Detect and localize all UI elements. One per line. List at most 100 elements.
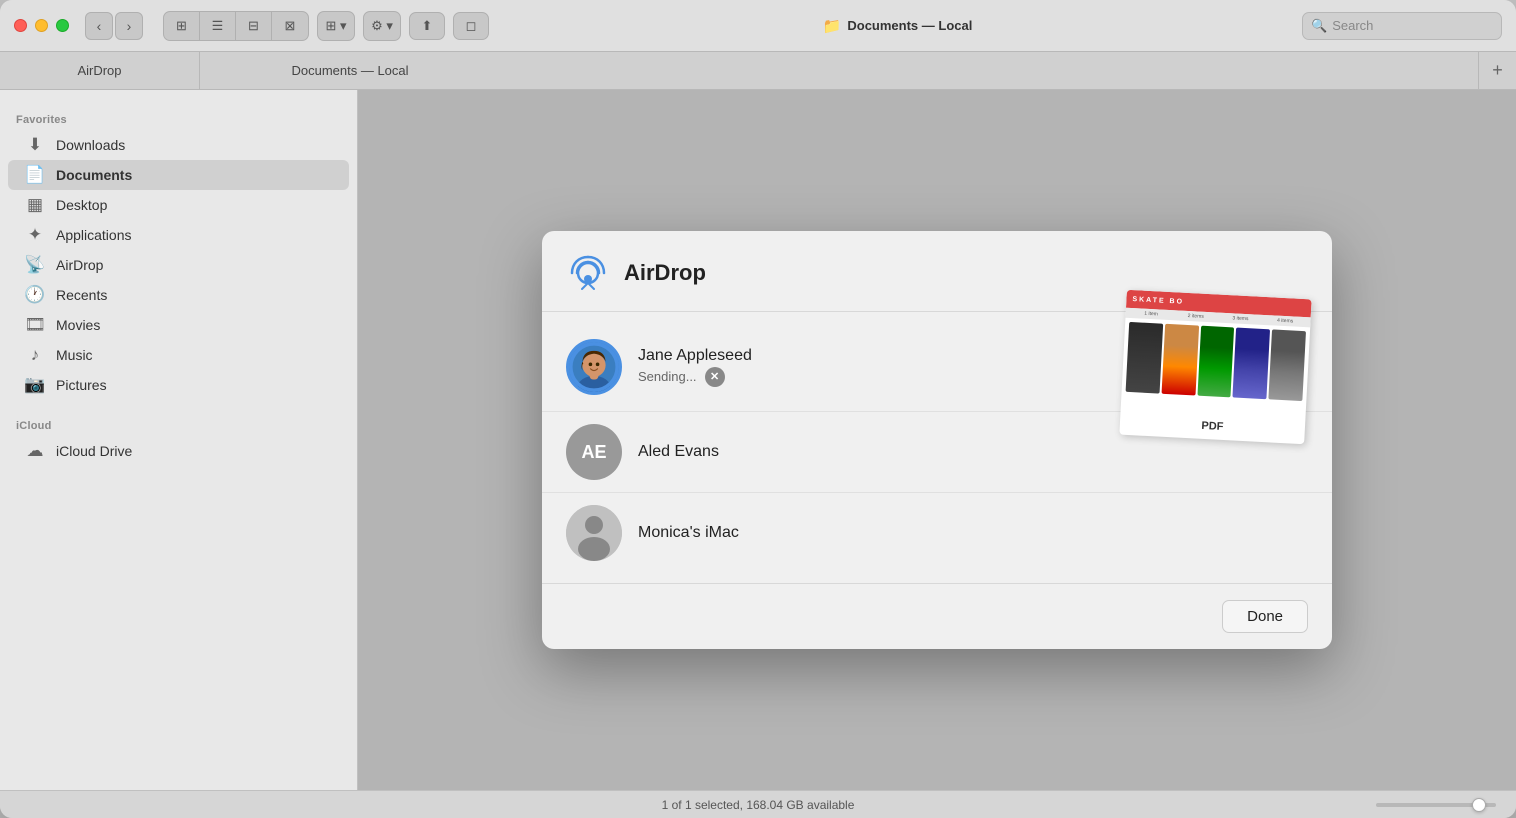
close-button[interactable] [14,19,27,32]
recipient-row-jane: Jane Appleseed Sending... ✕ [542,322,1332,412]
slider-thumb[interactable] [1472,798,1486,812]
sidebar-label-recents: Recents [56,287,107,303]
sidebar-label-applications: Applications [56,227,132,243]
pdf-thumbnail: SKATE BO 1 item 2 items 3 items 4 items [1119,289,1311,443]
recipient-row-monica: Monica's iMac [542,493,1332,573]
view-options-group: ⊞ ▾ [317,11,355,41]
forward-button[interactable]: › [115,12,143,40]
zoom-slider[interactable] [1376,803,1496,807]
airdrop-dialog: AirDrop [542,231,1332,649]
modal-overlay: AirDrop [358,90,1516,790]
col3: 3 items [1219,314,1262,322]
window-title-area: 📁 Documents — Local [493,17,1302,35]
search-box[interactable]: 🔍 Search [1302,12,1502,40]
search-placeholder: Search [1332,18,1373,33]
title-folder-icon: 📁 [823,17,842,35]
dialog-body: Jane Appleseed Sending... ✕ [542,312,1332,583]
sidebar-item-music[interactable]: ♪ Music [8,340,349,370]
minimize-button[interactable] [35,19,48,32]
sidebar-item-downloads[interactable]: ⬇ Downloads [8,130,349,160]
aled-initials: AE [581,442,606,463]
content-area: AirDrop [358,90,1516,790]
airdrop-dialog-icon [566,251,610,295]
sidebar: Favorites ⬇ Downloads 📄 Documents ▦ Desk… [0,90,358,790]
action-group: ⚙ ▾ [363,11,401,41]
list-view-button[interactable]: ☰ [200,12,236,40]
window-title: Documents — Local [847,18,972,33]
toolbar: ⊞ ☰ ⊟ ⊠ ⊞ ▾ ⚙ ▾ [163,11,493,41]
tab-documents[interactable]: Documents — Local [200,52,500,89]
avatar-jane [566,339,622,395]
avatar-monica [566,505,622,561]
status-bar: 1 of 1 selected, 168.04 GB available [0,790,1516,818]
airdrop-sidebar-icon: 📡 [24,255,46,275]
traffic-lights [14,19,69,32]
status-text: 1 of 1 selected, 168.04 GB available [662,798,855,812]
recents-icon: 🕐 [24,285,46,305]
tab-documents-label: Documents — Local [291,63,408,78]
sidebar-item-pictures[interactable]: 📷 Pictures [8,370,349,400]
jane-status-row: Sending... ✕ [638,367,752,387]
tag-icon: ◻ [466,18,477,34]
gear-icon: ⚙ ▾ [371,18,393,34]
zoom-slider-container [1376,803,1496,807]
forward-icon: › [127,18,132,34]
col2: 2 items [1174,312,1217,320]
col4: 4 items [1264,316,1307,324]
dialog-footer: Done [542,583,1332,649]
title-bar: ‹ › ⊞ ☰ ⊟ ⊠ [0,0,1516,52]
view-group: ⊞ ☰ ⊟ ⊠ [163,11,309,41]
gallery-icon: ⊠ [285,18,296,34]
tag-button[interactable]: ◻ [453,12,489,40]
tab-bar: AirDrop Documents — Local + [0,52,1516,90]
columns-icon: ⊟ [248,18,259,34]
board-3 [1197,325,1234,397]
sidebar-item-applications[interactable]: ✦ Applications [8,220,349,250]
pdf-skatebo-text: SKATE BO [1132,295,1184,305]
share-button[interactable]: ⬆ [409,12,445,40]
jane-photo [569,339,619,395]
tab-airdrop[interactable]: AirDrop [0,52,200,89]
slider-track [1376,803,1496,807]
new-tab-button[interactable]: + [1478,52,1516,89]
cancel-send-button[interactable]: ✕ [705,367,725,387]
gallery-view-button[interactable]: ⊠ [272,12,308,40]
movies-icon: 🎞 [24,315,46,335]
icon-view-button[interactable]: ⊞ [164,12,200,40]
list-icon: ☰ [212,18,224,34]
sidebar-item-desktop[interactable]: ▦ Desktop [8,190,349,220]
pdf-boards [1121,317,1310,405]
add-tab-icon: + [1492,60,1503,81]
applications-icon: ✦ [24,225,46,245]
sidebar-label-airdrop: AirDrop [56,257,103,273]
recipient-info-jane: Jane Appleseed Sending... ✕ [638,347,752,387]
done-button[interactable]: Done [1222,600,1308,633]
jane-status-text: Sending... [638,369,697,384]
music-icon: ♪ [24,345,46,365]
col1: 1 item [1130,309,1173,317]
sidebar-item-airdrop[interactable]: 📡 AirDrop [8,250,349,280]
sidebar-label-music: Music [56,347,93,363]
sidebar-item-recents[interactable]: 🕐 Recents [8,280,349,310]
avatar-aled: AE [566,424,622,480]
sidebar-item-documents[interactable]: 📄 Documents [8,160,349,190]
column-view-button[interactable]: ⊟ [236,12,272,40]
maximize-button[interactable] [56,19,69,32]
action-button[interactable]: ⚙ ▾ [364,12,400,40]
board-1 [1126,321,1163,393]
view-options-button[interactable]: ⊞ ▾ [318,12,354,40]
sidebar-label-pictures: Pictures [56,377,107,393]
back-button[interactable]: ‹ [85,12,113,40]
monica-name: Monica's iMac [638,524,739,542]
sidebar-item-movies[interactable]: 🎞 Movies [8,310,349,340]
sidebar-item-icloud-drive[interactable]: ☁ iCloud Drive [8,436,349,466]
sidebar-label-downloads: Downloads [56,137,125,153]
dialog-title: AirDrop [624,260,706,286]
share-icon: ⬆ [422,18,433,34]
pictures-icon: 📷 [24,375,46,395]
desktop-icon: ▦ [24,195,46,215]
monica-avatar-icon [566,505,622,561]
favorites-section-label: Favorites [0,106,357,130]
icloud-drive-icon: ☁ [24,441,46,461]
finder-window: ‹ › ⊞ ☰ ⊟ ⊠ [0,0,1516,818]
